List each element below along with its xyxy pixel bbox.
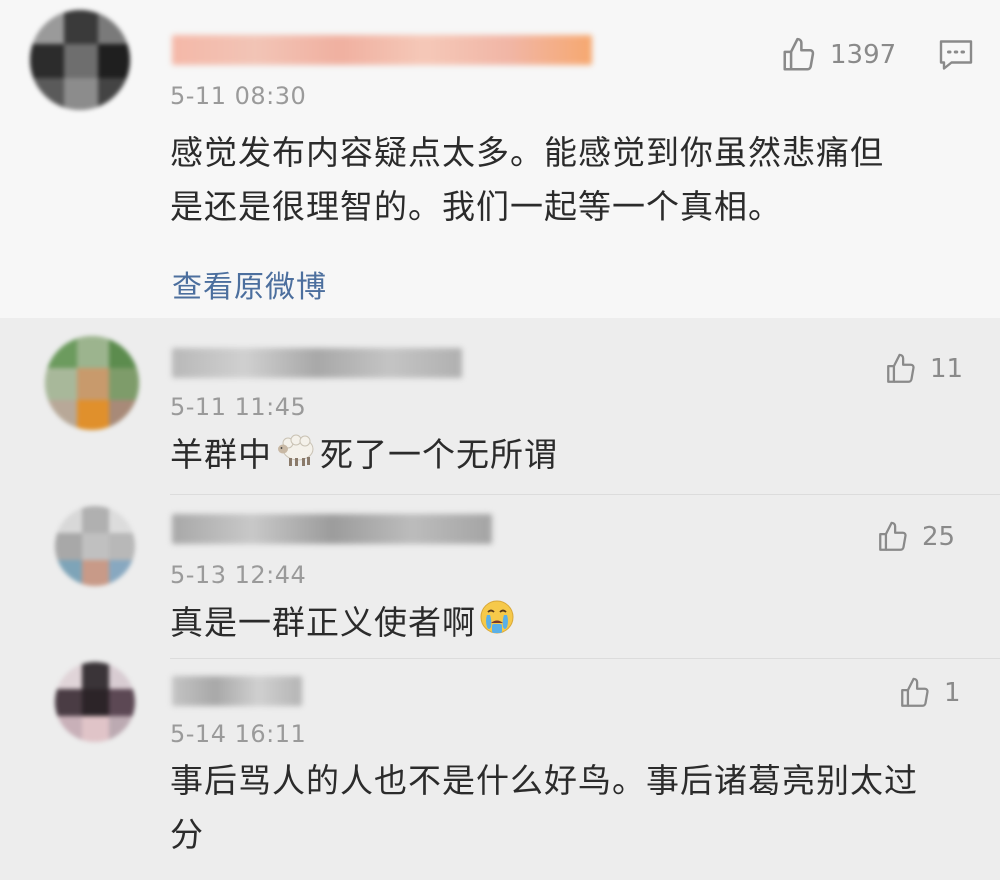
comment-text-line: 是还是很理智的。我们一起等一个真相。 [170,187,782,226]
reply-text: 羊群中 死了一个无所谓 [170,428,558,485]
divider [170,494,1000,495]
reply-text-content: 真是一群正义使者啊 [170,603,476,642]
comment-timestamp: 5-11 08:30 [170,82,307,110]
username-blurred[interactable] [172,35,592,65]
reply-text: 真是一群正义使者啊 [170,596,518,652]
view-original-link[interactable]: 查看原微博 [172,262,327,306]
thumbs-up-icon [887,353,915,383]
comment-text-line: 感觉发布内容疑点太多。能感觉到你虽然悲痛但 [170,133,884,172]
thumbs-up-icon [879,521,907,551]
reply-text-line: 分 [170,815,204,854]
crying-face-emoji [478,598,516,652]
like-button[interactable]: 11 [884,352,963,386]
like-button[interactable]: 25 [876,520,955,554]
reply-timestamp: 5-11 11:45 [170,393,307,421]
username-blurred[interactable] [172,514,492,544]
sheep-emoji [274,429,318,485]
main-comment: 5-11 08:30 感觉发布内容疑点太多。能感觉到你虽然悲痛但 是还是很理智的… [0,0,1000,318]
like-count: 11 [930,354,964,384]
reply-timestamp: 5-14 16:11 [170,720,307,748]
thumbs-up-icon [901,677,929,707]
user-avatar[interactable] [55,506,135,586]
like-count: 1397 [830,40,897,70]
reply-button[interactable] [938,38,974,76]
reply-text-start: 羊群中 [170,435,272,474]
thumbs-up-icon [783,37,815,71]
username-blurred[interactable] [172,676,302,706]
comment-bubble-icon [939,40,973,70]
comment-text: 感觉发布内容疑点太多。能感觉到你虽然悲痛但 是还是很理智的。我们一起等一个真相。 [170,126,884,234]
like-button[interactable]: 1 [898,676,961,710]
user-avatar[interactable] [45,336,139,430]
replies-section: 5-11 11:45 羊群中 死了一个无所谓 11 5-13 12:44 真是一… [0,318,1000,880]
reply-text: 事后骂人的人也不是什么好鸟。事后诸葛亮别太过 分 [170,754,918,862]
user-avatar[interactable] [55,662,135,742]
like-button[interactable]: 1397 [780,36,896,74]
reply-text-line: 事后骂人的人也不是什么好鸟。事后诸葛亮别太过 [170,761,918,800]
user-avatar[interactable] [30,10,130,110]
reply-text-end: 死了一个无所谓 [320,435,558,474]
reply-timestamp: 5-13 12:44 [170,561,307,589]
username-blurred[interactable] [172,348,462,378]
divider [170,658,1000,659]
like-count: 1 [944,678,961,708]
like-count: 25 [922,522,956,552]
